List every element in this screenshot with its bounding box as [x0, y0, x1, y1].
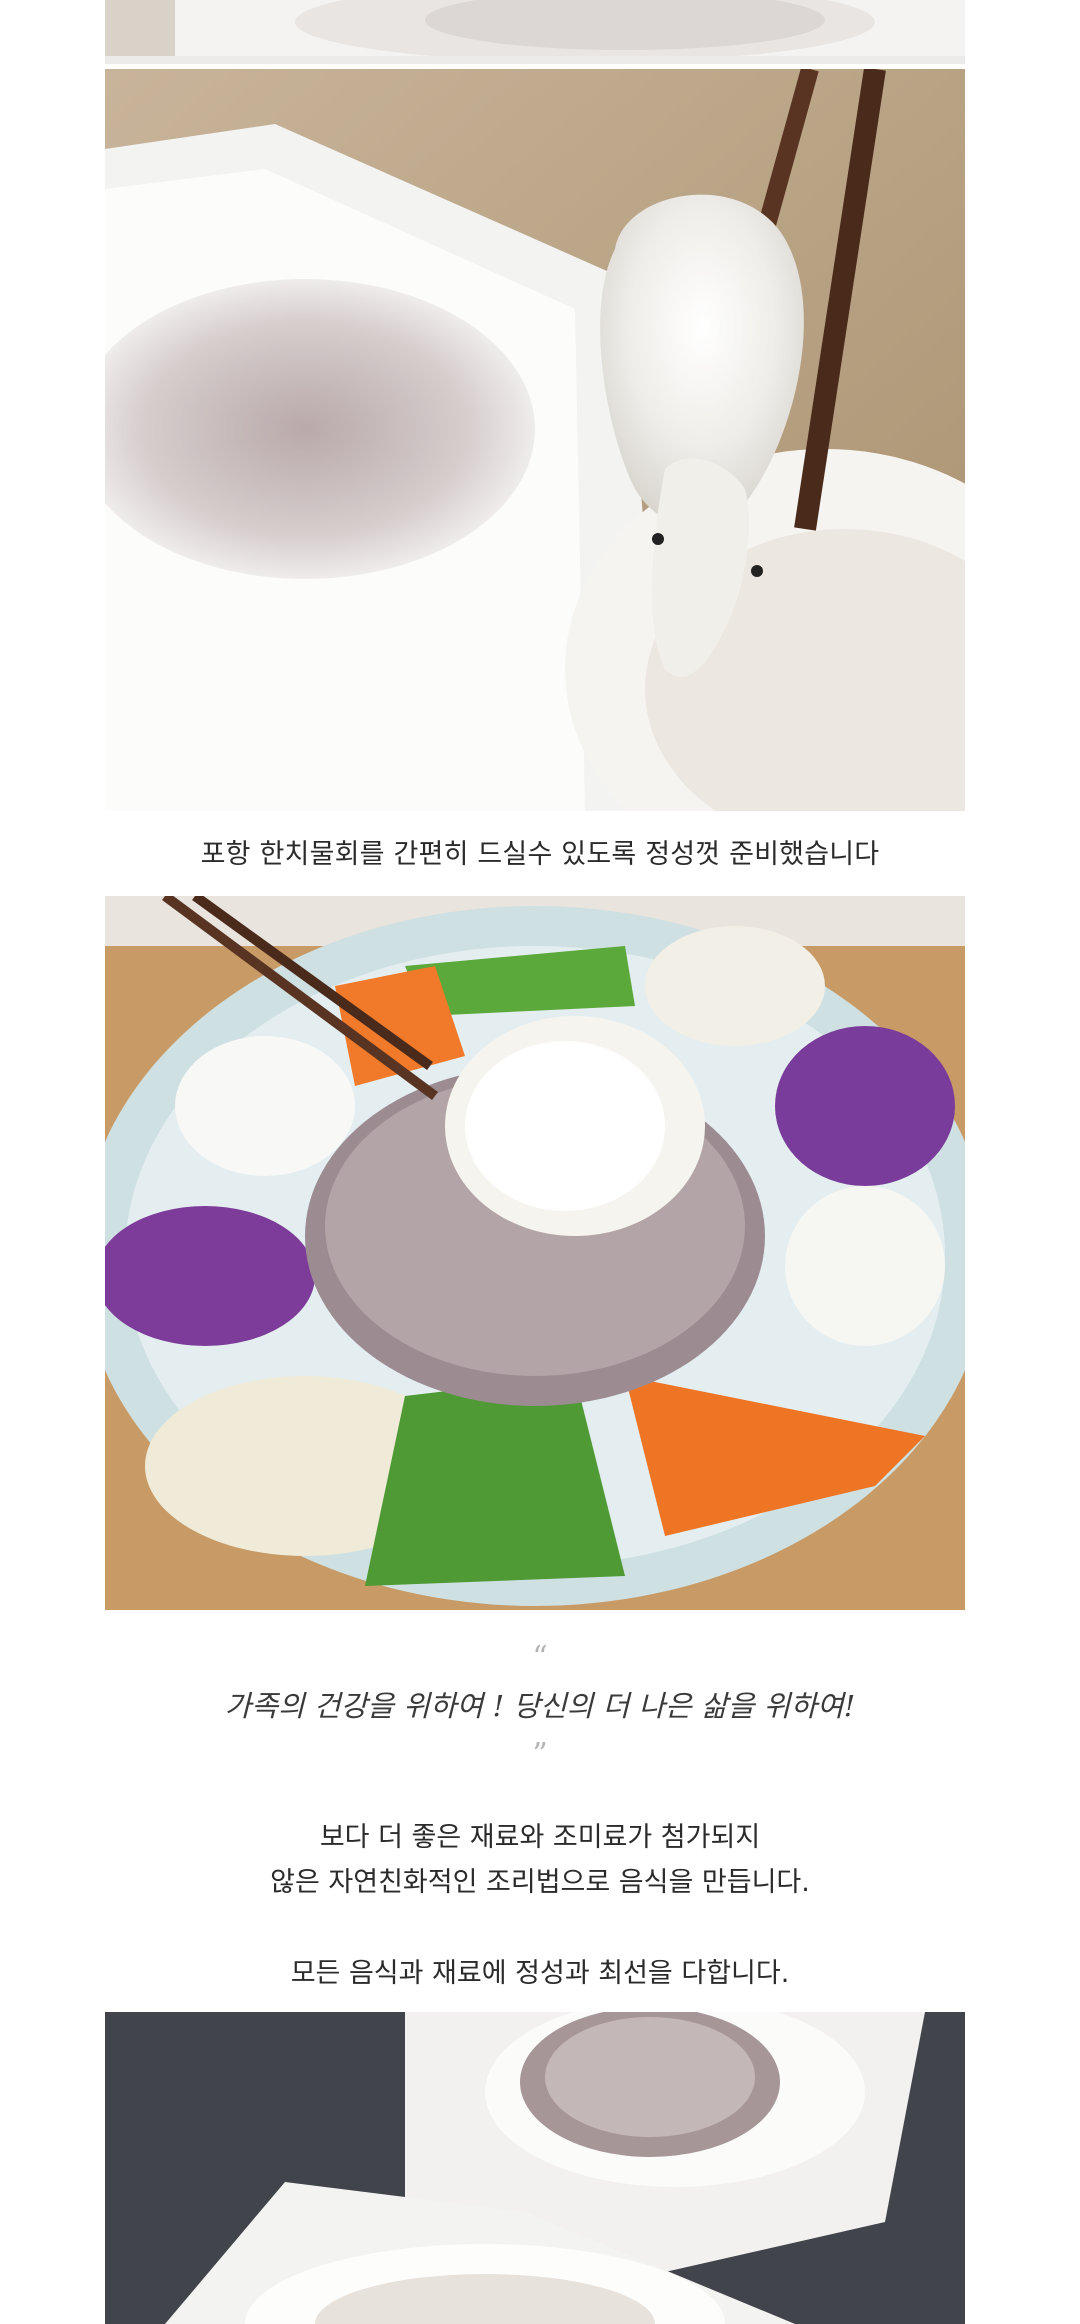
body-text-line-1: 보다 더 좋은 재료와 조미료가 첨가되지 [319, 1822, 761, 1853]
quote-text: 가족의 건강을 위하여 ! 당신의 더 나은 삶을 위하여! [224, 1689, 856, 1723]
body-text-line-2: 않은 자연친화적인 조리법으로 음식을 만듭니다. [270, 1867, 810, 1898]
quote-open-mark: “ [532, 1640, 548, 1675]
product-caption: 포항 한치물회를 간편히 드실수 있도록 정성껏 준비했습니다 [200, 839, 880, 870]
product-photo-chopsticks [105, 69, 965, 811]
body-text-line-3: 모든 음식과 재료에 정성과 최선을 다합니다. [290, 1958, 790, 1989]
quote-close-mark: ” [532, 1737, 548, 1772]
product-photo-bottom [105, 2012, 965, 2324]
product-photo-top [105, 0, 965, 64]
product-photo-plate [105, 896, 965, 1610]
